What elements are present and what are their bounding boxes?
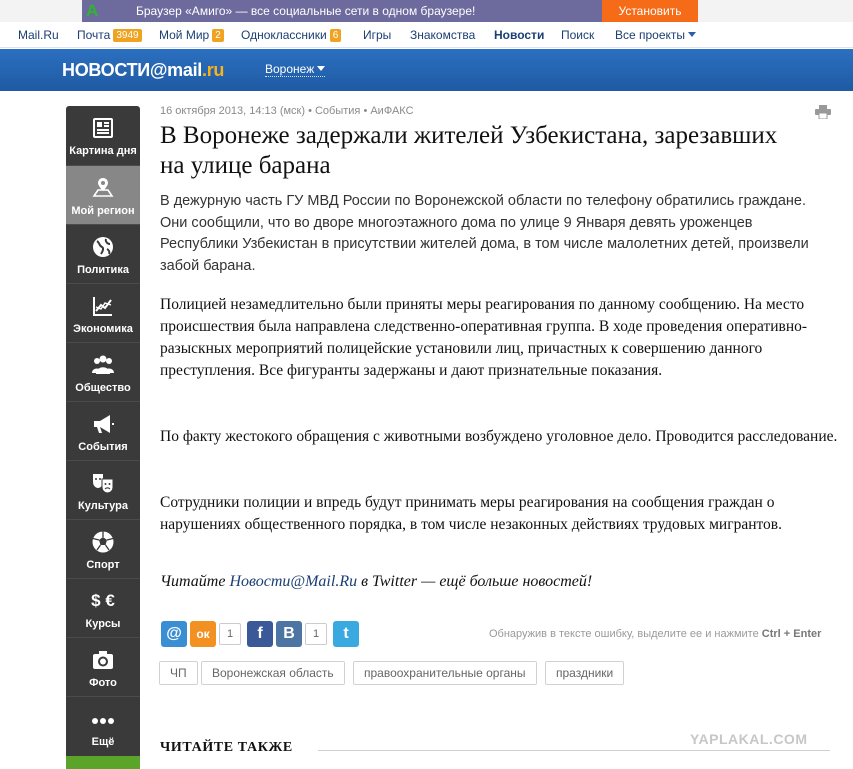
error-report-hint: Обнаружив в тексте ошибку, выделите ее и… (489, 628, 822, 640)
sidebar-item-kultura[interactable]: Культура (66, 460, 140, 519)
nav-igry[interactable]: Игры (363, 28, 391, 42)
nav-novosti[interactable]: Новости (494, 28, 544, 42)
share-ok-count: 1 (219, 623, 241, 645)
sidebar-item-label: Курсы (85, 618, 121, 630)
theater-masks-icon (93, 474, 114, 494)
watermark: YAPLAKAL.COM (690, 731, 808, 747)
sidebar-item-label: Спорт (86, 559, 120, 571)
sidebar-item-sport[interactable]: Спорт (66, 519, 140, 578)
news-logo[interactable]: НОВОСТИ@mail.ru (62, 60, 224, 81)
tag-holidays[interactable]: праздники (545, 661, 625, 685)
region-selector[interactable]: Воронеж (265, 62, 326, 77)
camera-icon (93, 651, 113, 669)
mail-count-badge: 3949 (113, 29, 142, 42)
more-dots-icon (92, 718, 114, 724)
moy-mir-badge: 2 (212, 29, 224, 42)
sidebar-item-label: Политика (77, 264, 129, 276)
share-ok-button[interactable]: ок (190, 621, 216, 647)
nav-znakomstva[interactable]: Знакомства (410, 28, 475, 42)
soccer-ball-icon (92, 531, 114, 553)
promo-text: Браузер «Амиго» — все социальные сети в … (136, 4, 476, 18)
article-title: В Воронеже задержали жителей Узбекистана… (160, 122, 778, 179)
tag-law-enforcement[interactable]: правоохранительные органы (353, 661, 537, 685)
newspaper-icon (93, 118, 113, 138)
globe-icon (93, 237, 113, 257)
share-twitter-button[interactable]: t (333, 621, 359, 647)
chart-icon (93, 297, 112, 316)
sidebar-item-kursy[interactable]: $ € Курсы (66, 578, 140, 637)
share-vk-button[interactable]: B (276, 621, 302, 647)
promo-bar: A Браузер «Амиго» — все социальные сети … (0, 0, 853, 22)
share-facebook-button[interactable]: f (247, 621, 273, 647)
news-header: НОВОСТИ@mail.ru Воронеж (0, 49, 853, 91)
read-also-heading: ЧИТАЙТЕ ТАКЖЕ (160, 740, 293, 755)
tag-voronezh-region[interactable]: Воронежская область (201, 661, 345, 685)
sidebar-item-foto[interactable]: Фото (66, 637, 140, 696)
sidebar-item-label: Мой регион (71, 205, 135, 217)
people-icon (92, 355, 114, 374)
chevron-down-icon (317, 66, 326, 71)
share-mailru-button[interactable]: @ (161, 621, 187, 647)
sidebar-item-politika[interactable]: Политика (66, 224, 140, 283)
sidebar-item-obshchestvo[interactable]: Общество (66, 342, 140, 401)
tag-chp[interactable]: ЧП (159, 661, 198, 685)
share-vk-count: 1 (305, 623, 327, 645)
article-meta: 16 октября 2013, 14:13 (мск) • События •… (160, 105, 414, 117)
sidebar-item-label: Картина дня (69, 145, 137, 157)
sidebar-item-eshche[interactable]: Ещё (66, 696, 140, 755)
article-paragraph: Полицией незамедлительно были приняты ме… (160, 296, 808, 379)
sidebar-item-kartina-dnya[interactable]: Картина дня (66, 106, 140, 165)
article-paragraph: По факту жестокого обращения с животными… (160, 428, 838, 445)
sidebar-bottom-strip (66, 756, 140, 769)
sidebar-item-label: Экономика (73, 323, 133, 335)
sidebar-item-ekonomika[interactable]: Экономика (66, 283, 140, 342)
promo-banner[interactable]: A Браузер «Амиго» — все социальные сети … (82, 0, 698, 22)
sidebar-item-label: Фото (89, 677, 117, 689)
sidebar-item-label: Ещё (91, 736, 115, 748)
nav-mailru[interactable]: Mail.Ru (18, 28, 59, 42)
divider (318, 750, 830, 751)
sidebar-item-label: События (78, 441, 128, 453)
sidebar-item-label: Культура (78, 500, 128, 512)
map-pin-icon (92, 178, 114, 197)
portal-nav: Mail.Ru Почта 3949 Мой Мир 2 Одноклассники… (0, 22, 853, 48)
nav-moy-mir[interactable]: Мой Мир 2 (159, 28, 224, 42)
install-button[interactable]: Установить (602, 0, 698, 22)
amigo-logo: A (86, 1, 99, 20)
shortcut-keys: Ctrl + Enter (761, 628, 822, 640)
nav-all-projects[interactable]: Все проекты (615, 28, 697, 42)
twitter-promo: Читайте Новости@Mail.Ru в Twitter — ещё … (160, 573, 593, 590)
article-paragraph: Сотрудники полиции и впредь будут приним… (160, 494, 783, 533)
currency-icon: $ € (91, 591, 115, 610)
megaphone-icon (94, 415, 114, 433)
sidebar-item-sobytiya[interactable]: События (66, 401, 140, 460)
chevron-down-icon (688, 32, 697, 37)
sidebar-item-moy-region[interactable]: Мой регион (66, 165, 140, 224)
category-sidebar: Картина дня Мой регион Политика Экономик… (66, 106, 140, 769)
nav-poisk[interactable]: Поиск (561, 28, 594, 42)
ok-badge: 6 (329, 29, 342, 42)
twitter-link[interactable]: Новости@Mail.Ru (229, 573, 357, 590)
nav-pochta[interactable]: Почта 3949 (77, 28, 142, 42)
sidebar-item-label: Общество (75, 382, 131, 394)
article-lead: В дежурную часть ГУ МВД России по Вороне… (160, 193, 809, 274)
print-icon[interactable] (815, 105, 831, 119)
nav-odnoklassniki[interactable]: Одноклассники 6 (241, 28, 342, 42)
